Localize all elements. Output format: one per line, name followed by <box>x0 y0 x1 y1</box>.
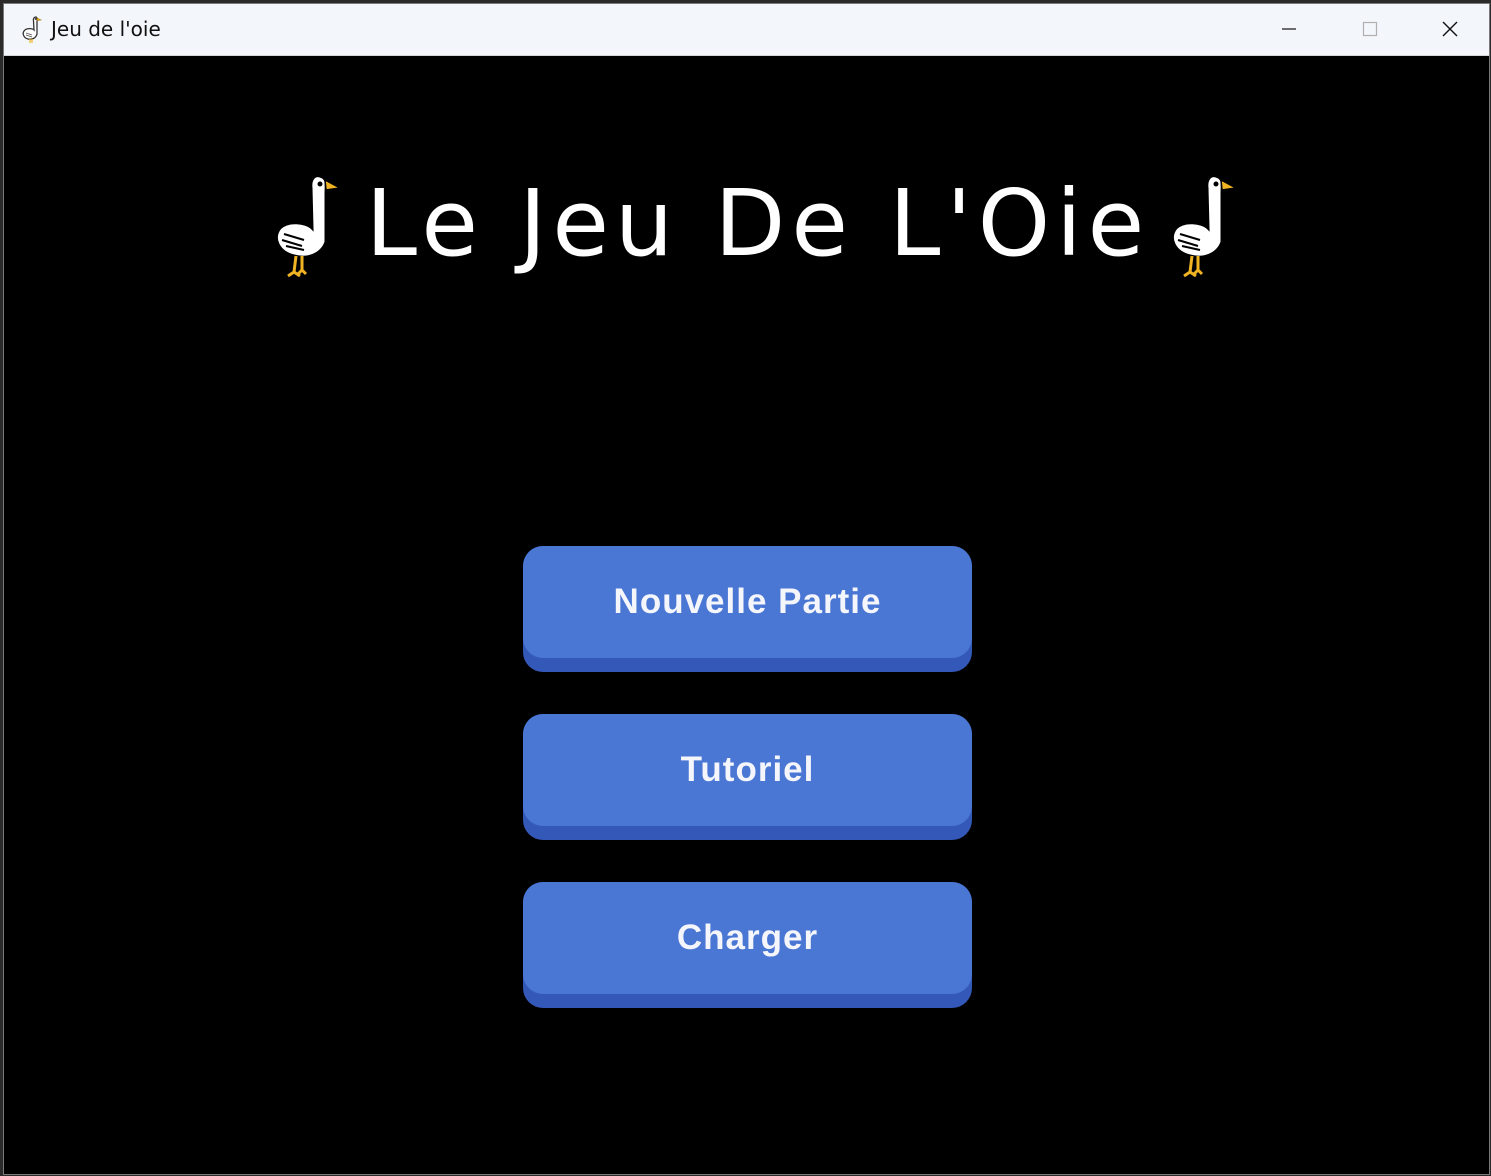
close-button[interactable] <box>1410 4 1489 54</box>
new-game-button-face[interactable]: Nouvelle Partie <box>523 546 972 658</box>
goose-icon <box>1171 174 1239 278</box>
close-icon <box>1442 21 1458 37</box>
tutorial-button-label: Tutoriel <box>680 750 815 789</box>
load-button-label: Charger <box>676 918 819 957</box>
load-button[interactable]: Charger <box>523 882 972 1008</box>
maximize-icon <box>1362 21 1378 37</box>
goose-icon <box>22 16 43 43</box>
game-heading: Le Jeu De L'Oie <box>270 168 1250 288</box>
load-button-face[interactable]: Charger <box>523 882 972 994</box>
goose-icon <box>275 174 343 278</box>
game-canvas: Le Jeu De L'Oie Nouvelle Partie Tutoriel… <box>4 56 1489 1174</box>
maximize-button[interactable] <box>1330 4 1410 54</box>
minimize-button[interactable] <box>1249 4 1329 54</box>
minimize-icon <box>1282 28 1296 30</box>
game-window: Jeu de l'oie Le Jeu De L'Oie Nouvelle Pa… <box>3 3 1490 1175</box>
new-game-button[interactable]: Nouvelle Partie <box>523 546 972 672</box>
tutorial-button[interactable]: Tutoriel <box>523 714 972 840</box>
new-game-button-label: Nouvelle Partie <box>613 582 882 621</box>
game-title: Le Jeu De L'Oie <box>365 170 1151 277</box>
title-bar[interactable]: Jeu de l'oie <box>4 4 1489 56</box>
tutorial-button-face[interactable]: Tutoriel <box>523 714 972 826</box>
window-title: Jeu de l'oie <box>51 17 161 41</box>
